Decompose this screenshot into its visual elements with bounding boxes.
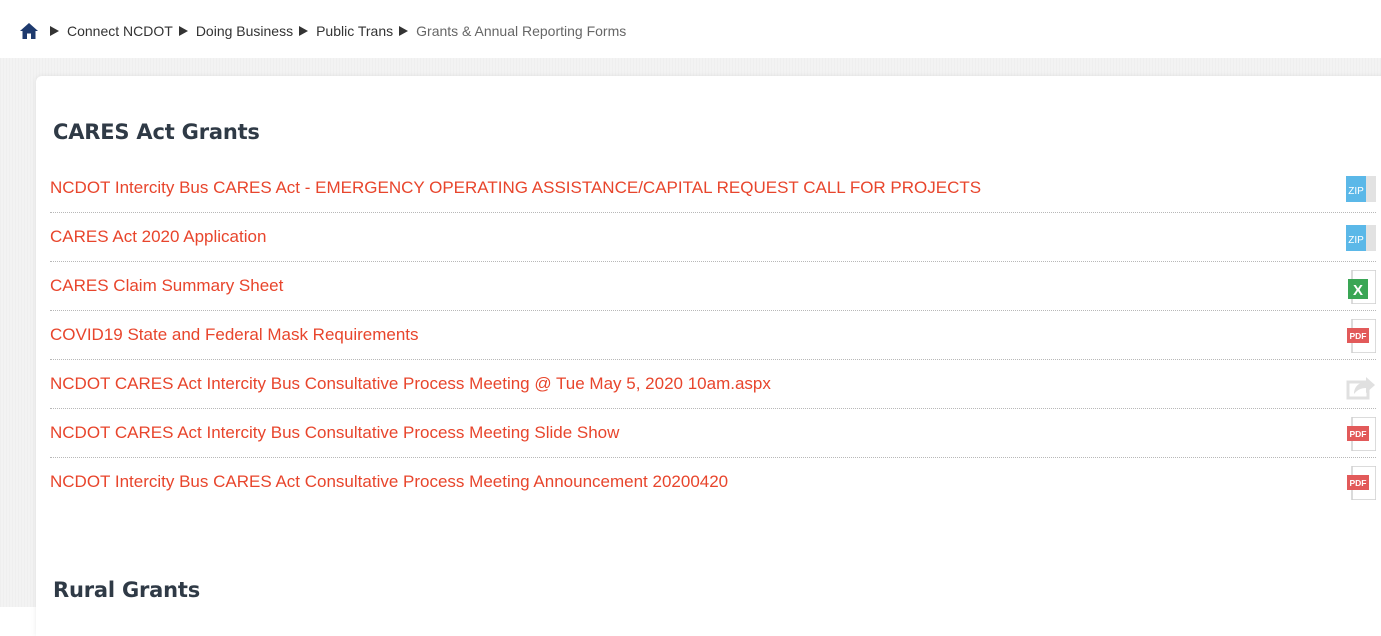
pdf-file-icon[interactable]: PDF [1346,417,1376,451]
home-icon[interactable] [20,23,38,39]
breadcrumb-link-connect-ncdot[interactable]: Connect NCDOT [67,23,173,39]
breadcrumb-separator-icon [299,26,309,36]
zip-file-icon[interactable]: ZIP [1346,221,1376,255]
section-title-cares-act-grants: CARES Act Grants [53,120,260,144]
svg-text:PDF: PDF [1350,429,1367,439]
document-link[interactable]: NCDOT CARES Act Intercity Bus Consultati… [50,423,619,443]
list-item: COVID19 State and Federal Mask Requireme… [50,311,1376,360]
breadcrumb: Connect NCDOT Doing Business Public Tran… [20,23,626,39]
list-item: NCDOT Intercity Bus CARES Act - EMERGENC… [50,164,1376,213]
zip-file-icon[interactable]: ZIP [1346,172,1376,206]
svg-text:ZIP: ZIP [1348,186,1364,197]
breadcrumb-bar: Connect NCDOT Doing Business Public Tran… [0,0,1381,64]
breadcrumb-link-public-trans[interactable]: Public Trans [316,23,393,39]
breadcrumb-separator-icon [178,26,188,36]
svg-text:ZIP: ZIP [1348,235,1364,246]
pdf-file-icon[interactable]: PDF [1346,319,1376,353]
breadcrumb-separator-icon [50,26,59,36]
svg-text:PDF: PDF [1350,478,1367,488]
document-link[interactable]: NCDOT Intercity Bus CARES Act - EMERGENC… [50,178,981,198]
document-link[interactable]: CARES Act 2020 Application [50,227,266,247]
list-item: CARES Claim Summary Sheet X [50,262,1376,311]
document-link[interactable]: NCDOT Intercity Bus CARES Act Consultati… [50,472,728,492]
document-link[interactable]: NCDOT CARES Act Intercity Bus Consultati… [50,374,771,394]
list-item: NCDOT CARES Act Intercity Bus Consultati… [50,409,1376,458]
document-link[interactable]: COVID19 State and Federal Mask Requireme… [50,325,419,345]
svg-text:PDF: PDF [1350,331,1367,341]
share-link-icon[interactable] [1346,368,1376,402]
section-title-rural-grants: Rural Grants [53,578,201,602]
list-item: NCDOT Intercity Bus CARES Act Consultati… [50,458,1376,507]
breadcrumb-separator-icon [399,26,409,36]
svg-text:X: X [1353,282,1363,299]
list-item: CARES Act 2020 Application ZIP [50,213,1376,262]
breadcrumb-current-page: Grants & Annual Reporting Forms [416,23,627,39]
excel-file-icon[interactable]: X [1346,270,1376,304]
document-link[interactable]: CARES Claim Summary Sheet [50,276,283,296]
breadcrumb-link-doing-business[interactable]: Doing Business [196,23,293,39]
document-list-cares-act: NCDOT Intercity Bus CARES Act - EMERGENC… [50,164,1376,507]
pdf-file-icon[interactable]: PDF [1346,466,1376,500]
list-item: NCDOT CARES Act Intercity Bus Consultati… [50,360,1376,409]
